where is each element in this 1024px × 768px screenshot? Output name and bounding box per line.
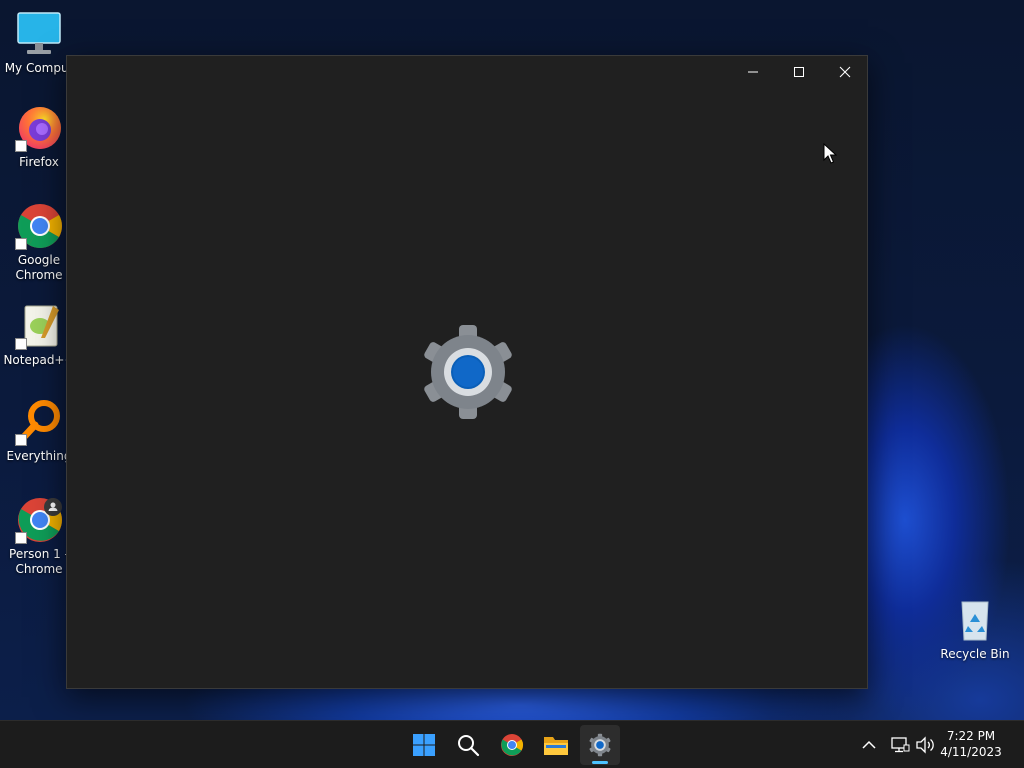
chrome-profile-icon bbox=[15, 496, 63, 544]
firefox-icon bbox=[15, 104, 63, 152]
taskbar-file-explorer-button[interactable] bbox=[536, 725, 576, 765]
maximize-icon bbox=[794, 67, 804, 77]
mouse-cursor-icon bbox=[823, 143, 837, 164]
shortcut-arrow-icon bbox=[15, 434, 27, 446]
taskbar-clock[interactable]: 7:22 PM 4/11/2023 bbox=[936, 728, 1006, 760]
search-icon bbox=[458, 735, 480, 757]
monitor-icon bbox=[15, 10, 63, 58]
minimize-icon bbox=[748, 71, 758, 73]
taskbar-chrome-button[interactable] bbox=[492, 725, 532, 765]
chevron-up-icon bbox=[862, 740, 876, 749]
shortcut-arrow-icon bbox=[15, 140, 27, 152]
network-button[interactable] bbox=[888, 733, 912, 757]
shortcut-arrow-icon bbox=[15, 238, 27, 250]
shortcut-arrow-icon bbox=[15, 338, 27, 350]
desktop-icon-label: Person 1 - Chrome bbox=[9, 547, 69, 576]
file-explorer-icon bbox=[544, 737, 568, 755]
search-button[interactable] bbox=[448, 725, 488, 765]
settings-window[interactable] bbox=[66, 55, 868, 689]
chrome-icon bbox=[501, 734, 523, 756]
minimize-button[interactable] bbox=[730, 56, 776, 88]
settings-gear-icon bbox=[589, 733, 611, 757]
settings-gear-icon bbox=[424, 325, 512, 419]
maximize-button[interactable] bbox=[776, 56, 822, 88]
volume-button[interactable] bbox=[913, 733, 937, 757]
recycle-bin-icon bbox=[951, 596, 999, 644]
desktop-icon-recycle-bin[interactable]: Recycle Bin bbox=[937, 596, 1013, 662]
desktop-icon-label: Everything bbox=[6, 449, 72, 463]
desktop-icon-label: Google Chrome bbox=[15, 253, 63, 282]
clock-time: 7:22 PM bbox=[946, 729, 996, 743]
start-icon bbox=[413, 734, 435, 756]
show-hidden-icons-button[interactable] bbox=[857, 733, 881, 757]
start-button[interactable] bbox=[404, 725, 444, 765]
desktop-icon-label: My Comput bbox=[4, 61, 74, 75]
desktop-icon-label: Recycle Bin bbox=[940, 647, 1010, 661]
desktop-icon-label: Firefox bbox=[19, 155, 59, 169]
active-app-indicator bbox=[592, 761, 608, 764]
everything-search-icon bbox=[15, 398, 63, 446]
taskbar: 7:22 PM 4/11/2023 bbox=[0, 720, 1024, 768]
chrome-icon bbox=[15, 202, 63, 250]
clock-date: 4/11/2023 bbox=[940, 745, 1002, 759]
volume-icon bbox=[916, 736, 934, 754]
desktop-icon-label: Notepad++ bbox=[3, 353, 75, 367]
shortcut-arrow-icon bbox=[15, 532, 27, 544]
notepad-plus-plus-icon bbox=[15, 302, 63, 350]
close-button[interactable] bbox=[822, 56, 868, 88]
network-icon bbox=[891, 737, 910, 753]
close-icon bbox=[839, 66, 851, 78]
taskbar-settings-button[interactable] bbox=[580, 725, 620, 765]
